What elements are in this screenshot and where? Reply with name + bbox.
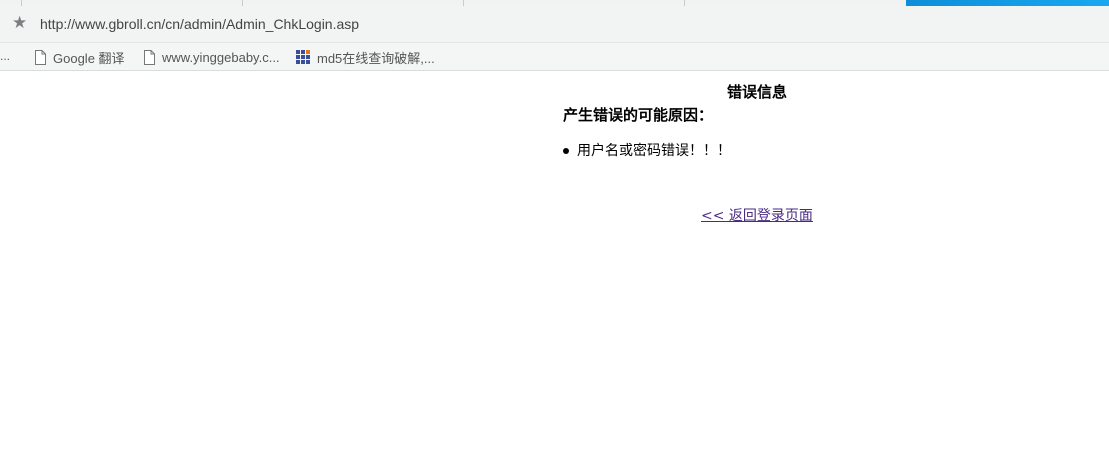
star-icon[interactable]: ★ [12,13,27,33]
list-item: 用户名或密码错误！！！ [563,142,731,160]
grid-icon [296,49,310,64]
bookmarks-bar: ... Google 翻译 www.yinggebaby.c... md5在线查… [0,43,1109,71]
bookmark-label: md5在线查询破解,... [317,50,435,66]
error-message: 用户名或密码错误！！！ [577,143,731,159]
bookmark-md5[interactable]: md5在线查询破解,... [296,49,435,66]
bookmark-label: www.yinggebaby.c... [162,49,280,65]
page-content: 错误信息 产生错误的可能原因： 用户名或密码错误！！！ << 返回登录页面 [0,71,1109,449]
bullet-icon [563,148,569,154]
bookmarks-overflow[interactable]: ... [0,49,10,63]
page-icon [144,49,155,65]
url-field[interactable]: http://www.gbroll.cn/cn/admin/Admin_ChkL… [40,15,359,33]
error-list: 用户名或密码错误！！！ [563,142,731,160]
address-bar: ★ http://www.gbroll.cn/cn/admin/Admin_Ch… [0,6,1109,43]
back-to-login-link[interactable]: << 返回登录页面 [701,207,813,225]
bookmark-yinggebaby[interactable]: www.yinggebaby.c... [143,49,280,65]
page-icon [35,49,46,65]
bookmark-label: Google 翻译 [53,50,125,66]
page-title: 错误信息 [727,83,788,101]
error-reason-heading: 产生错误的可能原因： [563,106,714,124]
bookmark-google-translate[interactable]: Google 翻译 [34,49,125,66]
